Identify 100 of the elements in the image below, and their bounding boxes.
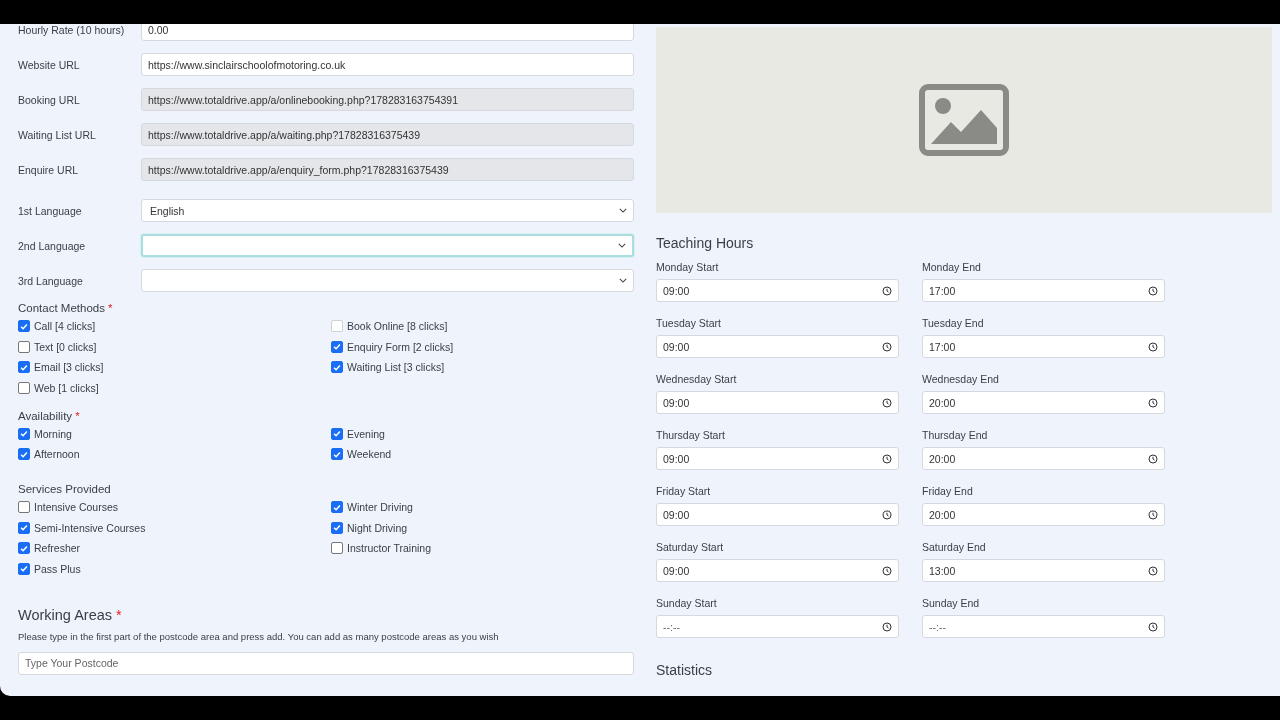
clock-icon — [882, 285, 892, 296]
checkbox[interactable] — [18, 320, 30, 332]
field-label: Thursday End — [922, 429, 989, 441]
checkbox[interactable] — [331, 448, 343, 460]
checkbox[interactable] — [18, 427, 30, 440]
checkbox-label: Weekend — [347, 448, 392, 460]
checkbox-label: Night Driving — [347, 521, 408, 534]
checkbox[interactable] — [331, 521, 343, 534]
checkbox[interactable] — [331, 340, 343, 353]
field-label: 3rd Language — [18, 274, 84, 287]
time-field[interactable]: 09:00 — [656, 559, 899, 582]
field-label: Hourly Rate (10 hours) — [18, 24, 126, 36]
time-field[interactable]: 09:00 — [656, 279, 899, 302]
time-field[interactable]: --:-- — [922, 615, 1165, 638]
clock-icon — [882, 397, 892, 408]
checkbox-label: Enquiry Form [2 clicks] — [347, 340, 454, 353]
field-label: Waiting List URL — [18, 128, 97, 141]
language-select[interactable]: English — [141, 199, 634, 222]
checkbox-label: Pass Plus — [34, 562, 81, 575]
time-field[interactable]: 20:00 — [922, 503, 1165, 526]
time-field[interactable]: 09:00 — [656, 335, 899, 358]
field-label: Wednesday End — [922, 373, 1000, 385]
time-field[interactable]: 09:00 — [656, 447, 899, 470]
text-field[interactable]: https://www.totaldrive.app/a/onlinebooking.php?178283163754391 — [141, 88, 634, 111]
group-heading: Services Provided — [18, 483, 111, 495]
checkbox[interactable] — [18, 562, 30, 575]
time-field[interactable]: 09:00 — [656, 391, 899, 414]
field-label: Enquire URL — [18, 163, 80, 176]
time-field[interactable]: --:-- — [656, 615, 899, 638]
section-heading: Statistics — [656, 662, 713, 678]
clock-icon — [1148, 509, 1158, 520]
checkbox-label: Text [0 clicks] — [34, 340, 97, 353]
field-label: Friday End — [922, 485, 974, 497]
clock-icon — [1148, 341, 1158, 352]
help-text: Please type in the first part of the postcode area and press add. You can add as many postcode areas as you wish — [18, 630, 500, 642]
required-mark: * — [107, 302, 113, 314]
field-label: Friday Start — [656, 485, 712, 497]
field-label: Wednesday Start — [656, 373, 738, 385]
clock-icon — [1148, 453, 1158, 464]
field-label: Booking URL — [18, 93, 81, 106]
checkbox-label: Web [1 clicks] — [34, 381, 99, 394]
checkbox[interactable] — [18, 521, 30, 534]
section-heading: Working Areas — [18, 606, 113, 623]
checkbox[interactable] — [331, 542, 343, 554]
clock-icon — [1148, 565, 1158, 576]
group-heading: Contact Methods — [18, 302, 105, 314]
required-mark: * — [116, 606, 122, 623]
checkbox-label: Instructor Training — [347, 542, 432, 554]
chevron-down-icon — [618, 243, 626, 248]
checkbox-label: Email [3 clicks] — [34, 361, 104, 373]
checkbox-label: Morning — [34, 427, 72, 440]
text-field[interactable]: https://www.sinclairschoolofmotoring.co.uk — [141, 53, 634, 76]
checkbox-label: Call [4 clicks] — [34, 320, 96, 332]
text-field[interactable]: https://www.totaldrive.app/a/waiting.php?17828316375439 — [141, 123, 634, 146]
checkbox-label: Waiting List [3 clicks] — [347, 361, 445, 373]
checkbox-label: Evening — [347, 427, 385, 440]
clock-icon — [1148, 285, 1158, 296]
clock-icon — [882, 565, 892, 576]
checkbox[interactable] — [18, 381, 30, 394]
clock-icon — [1148, 397, 1158, 408]
checkbox-label: Afternoon — [34, 448, 80, 460]
checkbox-label: Semi-Intensive Courses — [34, 521, 146, 534]
checkbox[interactable] — [18, 448, 30, 460]
checkbox[interactable] — [331, 501, 343, 513]
time-field[interactable]: 17:00 — [922, 335, 1165, 358]
clock-icon — [882, 621, 892, 632]
field-label: Monday End — [922, 261, 982, 273]
field-label: Sunday Start — [656, 597, 718, 609]
clock-icon — [882, 509, 892, 520]
checkbox[interactable] — [331, 427, 343, 440]
time-field[interactable]: 09:00 — [656, 503, 899, 526]
checkbox[interactable] — [331, 361, 343, 373]
postcode-field[interactable]: Type Your Postcode — [18, 651, 634, 675]
required-mark: * — [75, 409, 80, 422]
field-label: 1st Language — [18, 204, 83, 217]
field-label: Tuesday Start — [656, 317, 722, 329]
checkbox-label: Winter Driving — [347, 501, 413, 513]
field-label: Website URL — [18, 58, 81, 71]
checkbox-label: Book Online [8 clicks] — [347, 320, 448, 332]
time-field[interactable]: 20:00 — [922, 447, 1165, 470]
checkbox[interactable] — [18, 361, 30, 373]
checkbox[interactable] — [18, 501, 30, 513]
chevron-down-icon — [619, 208, 627, 213]
chevron-down-icon — [619, 278, 627, 283]
text-field[interactable]: https://www.totaldrive.app/a/enquiry_form.php?17828316375439 — [141, 158, 634, 181]
clock-icon — [1148, 621, 1158, 632]
time-field[interactable]: 20:00 — [922, 391, 1165, 414]
field-label: Tuesday End — [922, 317, 985, 329]
checkbox-label: Intensive Courses — [34, 501, 119, 513]
checkbox[interactable] — [18, 340, 30, 353]
field-label: Thursday Start — [656, 429, 726, 441]
time-field[interactable]: 17:00 — [922, 279, 1165, 302]
field-label: Sunday End — [922, 597, 981, 609]
clock-icon — [882, 453, 892, 464]
time-field[interactable]: 13:00 — [922, 559, 1165, 582]
text-field[interactable]: 0.00 — [141, 24, 634, 41]
field-label: Saturday Start — [656, 541, 725, 553]
clock-icon — [882, 341, 892, 352]
checkbox[interactable] — [18, 542, 30, 554]
section-heading: Teaching Hours — [656, 235, 755, 251]
